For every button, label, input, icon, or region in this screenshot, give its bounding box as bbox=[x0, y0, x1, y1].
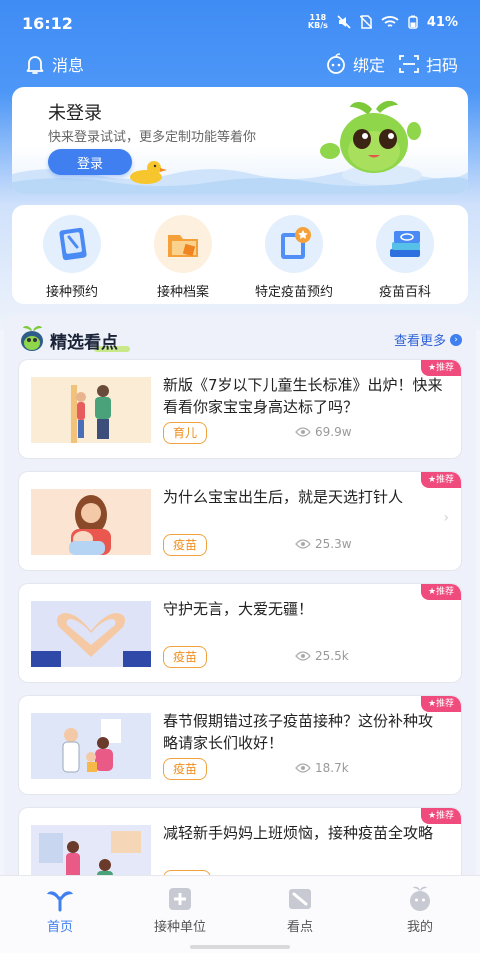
top-header: 消息 绑定 扫码 bbox=[0, 48, 480, 82]
article-thumbnail bbox=[31, 713, 151, 779]
article-view-count: 25.5k bbox=[315, 649, 349, 663]
eye-icon bbox=[295, 763, 311, 773]
article-tag: 疫苗 bbox=[163, 534, 208, 556]
status-bar: 16:12 118 KB/s 41% bbox=[0, 0, 480, 48]
battery-percent: 41% bbox=[426, 14, 458, 30]
article-view-count: 69.9w bbox=[315, 425, 352, 439]
picture-frame-icon bbox=[286, 884, 314, 912]
nav-label: 首页 bbox=[46, 920, 73, 935]
eye-icon bbox=[295, 651, 311, 661]
article-card[interactable]: 春节假期错过孩子疫苗接种？这份补种攻略请家长们收好！ 疫苗 18.7k ★推荐 bbox=[18, 695, 462, 795]
recommend-badge: ★推荐 bbox=[421, 472, 461, 488]
article-card[interactable]: 新版《7岁以下儿童生长标准》出炉！快来看看你家宝宝身高达标了吗？ 育儿 69.9… bbox=[18, 359, 462, 459]
home-sprout-icon bbox=[46, 884, 74, 912]
nav-highlights[interactable]: 看点 bbox=[240, 884, 360, 935]
menu-item-appointment[interactable]: 接种预约 bbox=[17, 215, 127, 300]
login-button[interactable]: 登录 bbox=[48, 149, 132, 175]
article-title: 减轻新手妈妈上班烦恼，接种疫苗全攻略 bbox=[163, 824, 434, 842]
special-vaccine-book-icon bbox=[265, 215, 323, 273]
encyclopedia-books-icon bbox=[376, 215, 434, 273]
article-tag: 疫苗 bbox=[163, 646, 208, 668]
featured-section-header: 精选看点 查看更多 › bbox=[16, 320, 466, 356]
article-thumbnail bbox=[31, 489, 151, 555]
status-time: 16:12 bbox=[22, 14, 73, 33]
chevron-right-icon: › bbox=[443, 510, 449, 526]
nav-label: 接种单位 bbox=[153, 920, 206, 935]
view-more-link[interactable]: 查看更多 › bbox=[394, 330, 462, 349]
article-view-count: 18.7k bbox=[315, 761, 349, 775]
recommend-badge: ★推荐 bbox=[421, 808, 461, 824]
hospital-cross-icon bbox=[166, 884, 194, 912]
article-views: 25.3w bbox=[295, 537, 352, 551]
menu-item-records[interactable]: 接种档案 bbox=[128, 215, 238, 300]
recommend-badge: ★推荐 bbox=[421, 584, 461, 600]
nav-home[interactable]: 首页 bbox=[0, 884, 120, 935]
eye-icon bbox=[295, 539, 311, 549]
article-title: 新版《7岁以下儿童生长标准》出炉！快来看看你家宝宝身高达标了吗？ bbox=[163, 376, 443, 416]
quick-menu-card: 接种预约 接种档案 特定疫苗预约 疫苗百科 bbox=[12, 205, 468, 304]
nav-label: 我的 bbox=[406, 920, 433, 935]
view-more-label: 查看更多 bbox=[393, 334, 446, 349]
article-card[interactable]: 为什么宝宝出生后，就是天选打针人 疫苗 25.3w ★推荐 › bbox=[18, 471, 462, 571]
sprout-mascot-icon bbox=[21, 325, 43, 351]
no-sim-icon bbox=[359, 15, 372, 29]
article-views: 18.7k bbox=[295, 761, 349, 775]
menu-label: 接种档案 bbox=[156, 285, 209, 300]
article-views: 25.5k bbox=[295, 649, 349, 663]
article-title: 为什么宝宝出生后，就是天选打针人 bbox=[163, 488, 404, 506]
clipboard-vaccine-icon bbox=[43, 215, 101, 273]
bell-icon bbox=[26, 56, 44, 74]
article-view-count: 25.3w bbox=[315, 537, 352, 551]
recommend-badge: ★推荐 bbox=[421, 360, 461, 376]
article-title: 春节假期错过孩子疫苗接种？这份补种攻略请家长们收好！ bbox=[163, 712, 434, 752]
login-title: 未登录 bbox=[48, 103, 102, 124]
nav-label: 看点 bbox=[286, 920, 313, 935]
nav-vaccination-units[interactable]: 接种单位 bbox=[120, 884, 240, 935]
duck-icon bbox=[130, 161, 167, 184]
folder-archive-icon bbox=[154, 215, 212, 273]
profile-face-icon bbox=[406, 884, 434, 912]
chevron-right-icon: › bbox=[450, 333, 462, 346]
menu-label: 接种预约 bbox=[45, 285, 98, 300]
article-tag: 疫苗 bbox=[163, 758, 208, 780]
menu-label: 特定疫苗预约 bbox=[254, 285, 333, 300]
article-card[interactable]: 守护无言，大爱无疆！ 疫苗 25.5k ★推荐 bbox=[18, 583, 462, 683]
message-label: 消息 bbox=[52, 56, 85, 75]
article-views: 69.9w bbox=[295, 425, 352, 439]
login-subtitle: 快来登录试试，更多定制功能等着你 bbox=[48, 130, 257, 145]
nav-mine[interactable]: 我的 bbox=[360, 884, 480, 935]
section-title: 精选看点 bbox=[50, 333, 118, 353]
login-card[interactable]: 未登录 快来登录试试，更多定制功能等着你 登录 bbox=[12, 87, 468, 194]
menu-item-special-vaccine[interactable]: 特定疫苗预约 bbox=[239, 215, 349, 300]
bind-face-icon bbox=[327, 53, 345, 74]
menu-item-encyclopedia[interactable]: 疫苗百科 bbox=[350, 215, 460, 300]
wifi-icon bbox=[381, 16, 399, 27]
recommend-badge: ★推荐 bbox=[421, 696, 461, 712]
network-speed: 118 KB/s bbox=[307, 13, 328, 30]
scan-button[interactable]: 扫码 bbox=[398, 52, 458, 76]
article-title: 守护无言，大爱无疆！ bbox=[163, 600, 314, 618]
message-button[interactable]: 消息 bbox=[24, 52, 84, 76]
bind-button[interactable]: 绑定 bbox=[325, 52, 385, 76]
bottom-navigation: 首页 接种单位 看点 我的 bbox=[0, 875, 480, 953]
article-thumbnail bbox=[31, 377, 151, 443]
mascot-icon bbox=[320, 100, 422, 185]
scan-label: 扫码 bbox=[426, 56, 459, 75]
eye-icon bbox=[295, 427, 311, 437]
battery-icon bbox=[408, 15, 418, 29]
gesture-home-indicator[interactable] bbox=[190, 945, 290, 949]
mute-icon bbox=[337, 15, 351, 29]
article-thumbnail bbox=[31, 601, 151, 667]
article-tag: 育儿 bbox=[163, 422, 208, 444]
scan-icon bbox=[399, 55, 419, 73]
menu-label: 疫苗百科 bbox=[378, 285, 431, 300]
bind-label: 绑定 bbox=[353, 56, 386, 75]
